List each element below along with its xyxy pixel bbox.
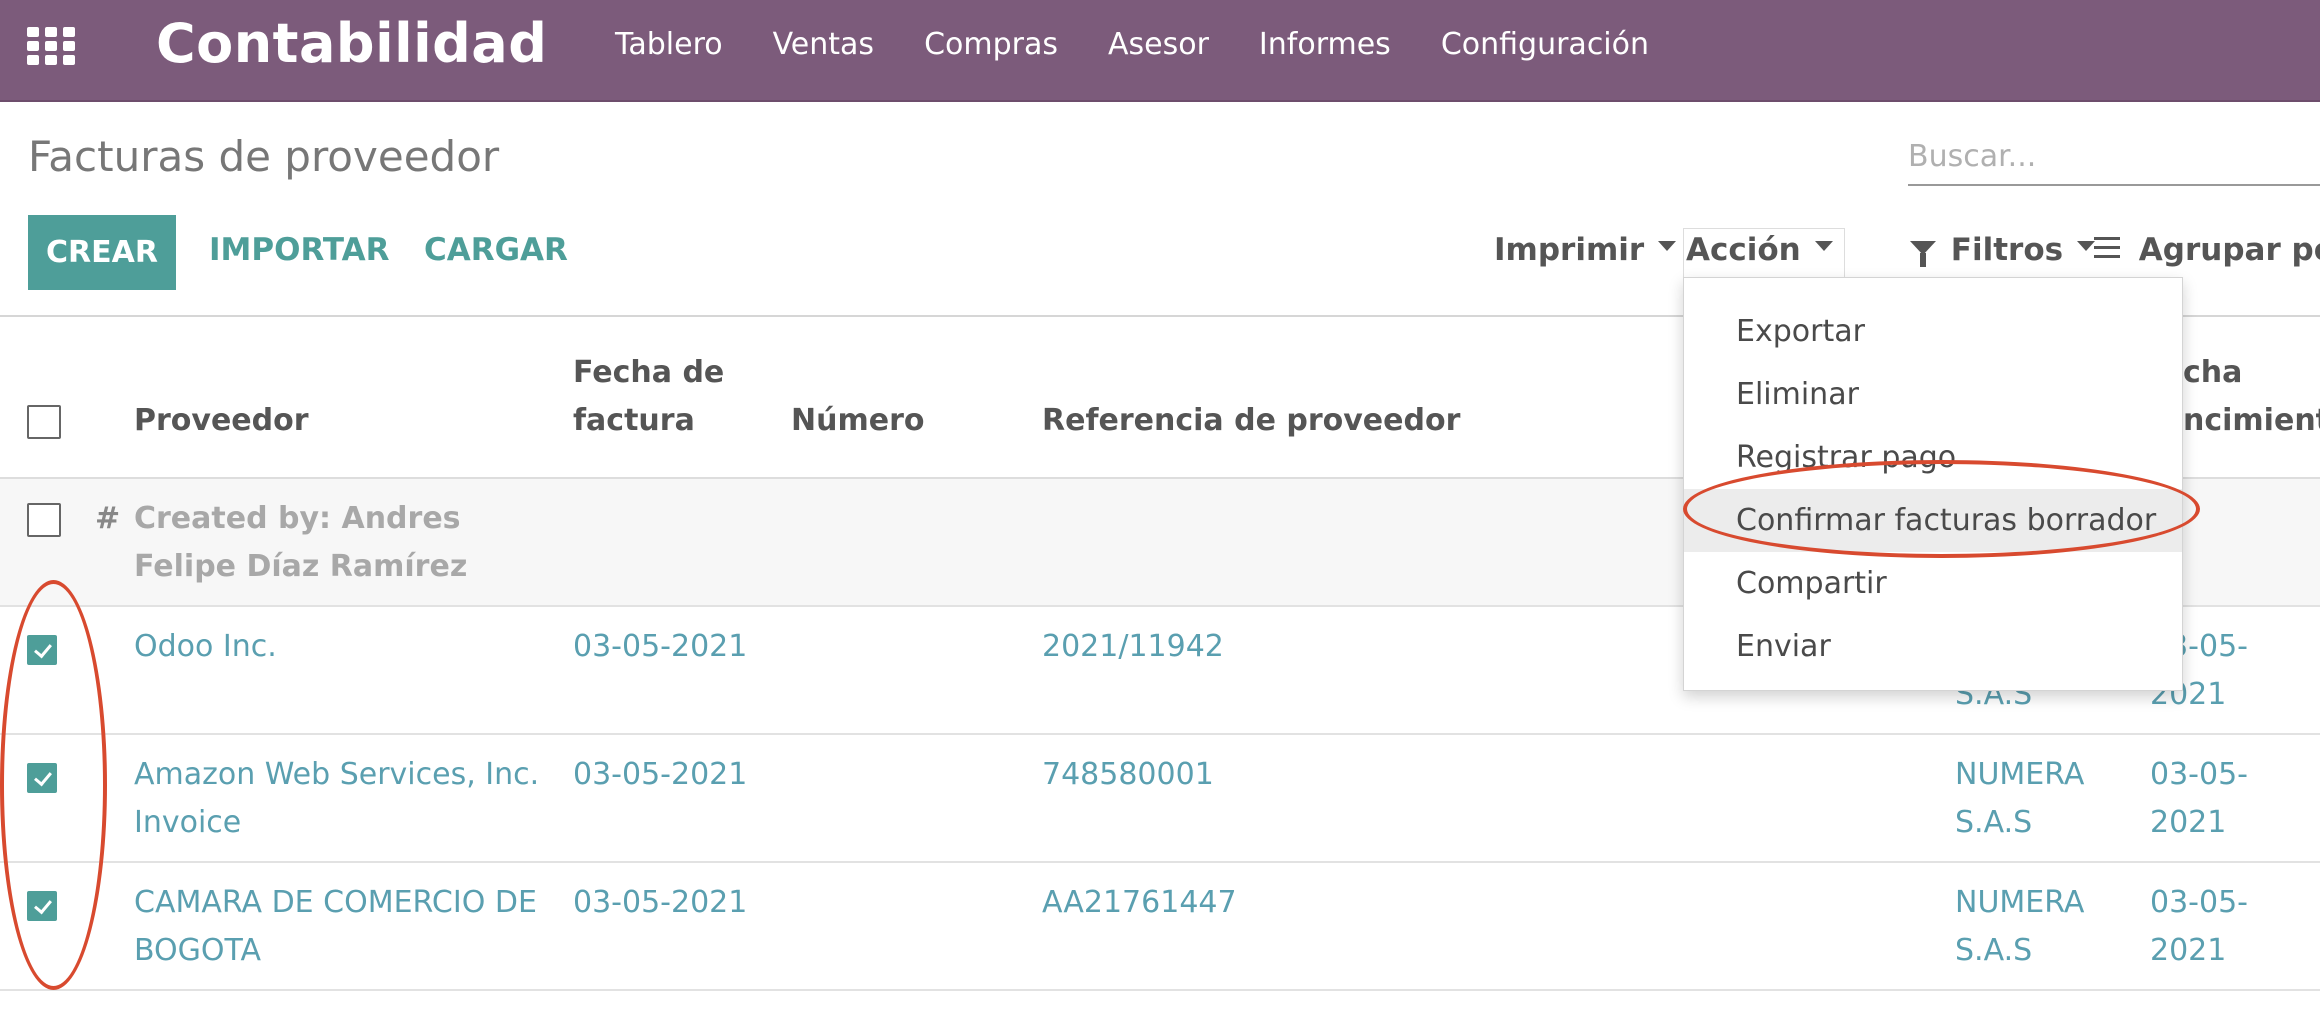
create-button[interactable]: CREAR (28, 215, 176, 290)
due-date-cell[interactable]: 03-05-2021 (2150, 751, 2320, 847)
vendor-reference-cell[interactable]: 748580001 (1042, 751, 1214, 799)
filter-icon (1910, 240, 1936, 267)
header-line: ncimiento (2183, 403, 2320, 438)
import-button[interactable]: IMPORTAR (209, 232, 390, 268)
column-header-vendor[interactable]: Proveedor (134, 397, 309, 445)
list-icon (2094, 236, 2120, 259)
company-cell[interactable]: NUMERA S.A.S (1955, 879, 2125, 975)
column-header-number[interactable]: Número (791, 397, 924, 445)
menu-item-share[interactable]: Compartir (1684, 552, 2182, 615)
menu-item-asesor[interactable]: Asesor (1108, 27, 1209, 62)
action-dropdown[interactable]: Acción (1686, 232, 1833, 268)
group-label: Created by: Andres Felipe Díaz Ramírez (134, 501, 468, 584)
column-header-vendor-reference[interactable]: Referencia de proveedor (1042, 397, 1460, 445)
print-dropdown[interactable]: Imprimir (1494, 232, 1677, 268)
group-by-label: Agrupar por (2138, 232, 2320, 268)
filters-label: Filtros (1950, 232, 2064, 268)
table-row[interactable]: CAMARA DE COMERCIO DE BOGOTA 03-05-2021 … (0, 863, 2320, 991)
apps-grid-icon[interactable] (27, 27, 75, 65)
menu-item-configuracion[interactable]: Configuración (1441, 27, 1649, 62)
row-checkbox[interactable] (27, 763, 57, 793)
page-title: Facturas de proveedor (28, 132, 500, 181)
vendor-cell[interactable]: Amazon Web Services, Inc. Invoice (134, 751, 554, 847)
upload-button[interactable]: CARGAR (424, 232, 568, 268)
group-checkbox[interactable] (27, 503, 61, 537)
menu-item-confirm-draft-invoices[interactable]: Confirmar facturas borrador (1684, 489, 2182, 552)
top-navbar: Contabilidad Tablero Ventas Compras Ases… (0, 0, 2320, 102)
vendor-cell[interactable]: CAMARA DE COMERCIO DE BOGOTA (134, 879, 554, 975)
column-header-invoice-date[interactable]: Fecha de factura (573, 349, 724, 445)
caret-down-icon (1814, 240, 1833, 251)
filters-dropdown[interactable]: Filtros (1910, 232, 2096, 268)
menu-item-informes[interactable]: Informes (1259, 27, 1391, 62)
action-dropdown-menu: Exportar Eliminar Registrar pago Confirm… (1683, 277, 2183, 691)
select-all-checkbox[interactable] (27, 405, 61, 439)
app-name[interactable]: Contabilidad (156, 12, 547, 75)
menu-item-register-payment[interactable]: Registrar pago (1684, 426, 2182, 489)
print-label: Imprimir (1494, 232, 1645, 268)
menu-item-export[interactable]: Exportar (1684, 300, 2182, 363)
caret-down-icon (2077, 240, 2096, 251)
group-hash: # (95, 501, 121, 536)
invoice-date-cell[interactable]: 03-05-2021 (573, 879, 747, 927)
header-line: Fecha de (573, 355, 725, 390)
group-by-dropdown[interactable]: Agrupar por (2094, 232, 2320, 268)
company-cell[interactable]: NUMERA S.A.S (1955, 751, 2125, 847)
column-header-due-date[interactable]: cha ncimiento (2183, 349, 2320, 445)
action-label: Acción (1686, 232, 1801, 268)
caret-down-icon (1658, 240, 1677, 251)
row-checkbox[interactable] (27, 635, 57, 665)
menu-item-tablero[interactable]: Tablero (615, 27, 723, 62)
header-line: factura (573, 403, 695, 438)
due-date-cell[interactable]: 03-05-2021 (2150, 879, 2320, 975)
row-checkbox[interactable] (27, 891, 57, 921)
menu-item-send[interactable]: Enviar (1684, 615, 2182, 678)
search-bar (1908, 132, 2320, 186)
invoice-date-cell[interactable]: 03-05-2021 (573, 623, 747, 671)
invoice-date-cell[interactable]: 03-05-2021 (573, 751, 747, 799)
main-menu: Tablero Ventas Compras Asesor Informes C… (615, 27, 1699, 62)
vendor-reference-cell[interactable]: 2021/11942 (1042, 623, 1224, 671)
header-line: cha (2183, 355, 2243, 390)
table-row[interactable]: Amazon Web Services, Inc. Invoice 03-05-… (0, 735, 2320, 863)
menu-item-compras[interactable]: Compras (924, 27, 1058, 62)
vendor-cell[interactable]: Odoo Inc. (134, 623, 277, 671)
search-input[interactable] (1908, 132, 2320, 180)
menu-item-ventas[interactable]: Ventas (773, 27, 874, 62)
menu-item-delete[interactable]: Eliminar (1684, 363, 2182, 426)
vendor-reference-cell[interactable]: AA21761447 (1042, 879, 1237, 927)
